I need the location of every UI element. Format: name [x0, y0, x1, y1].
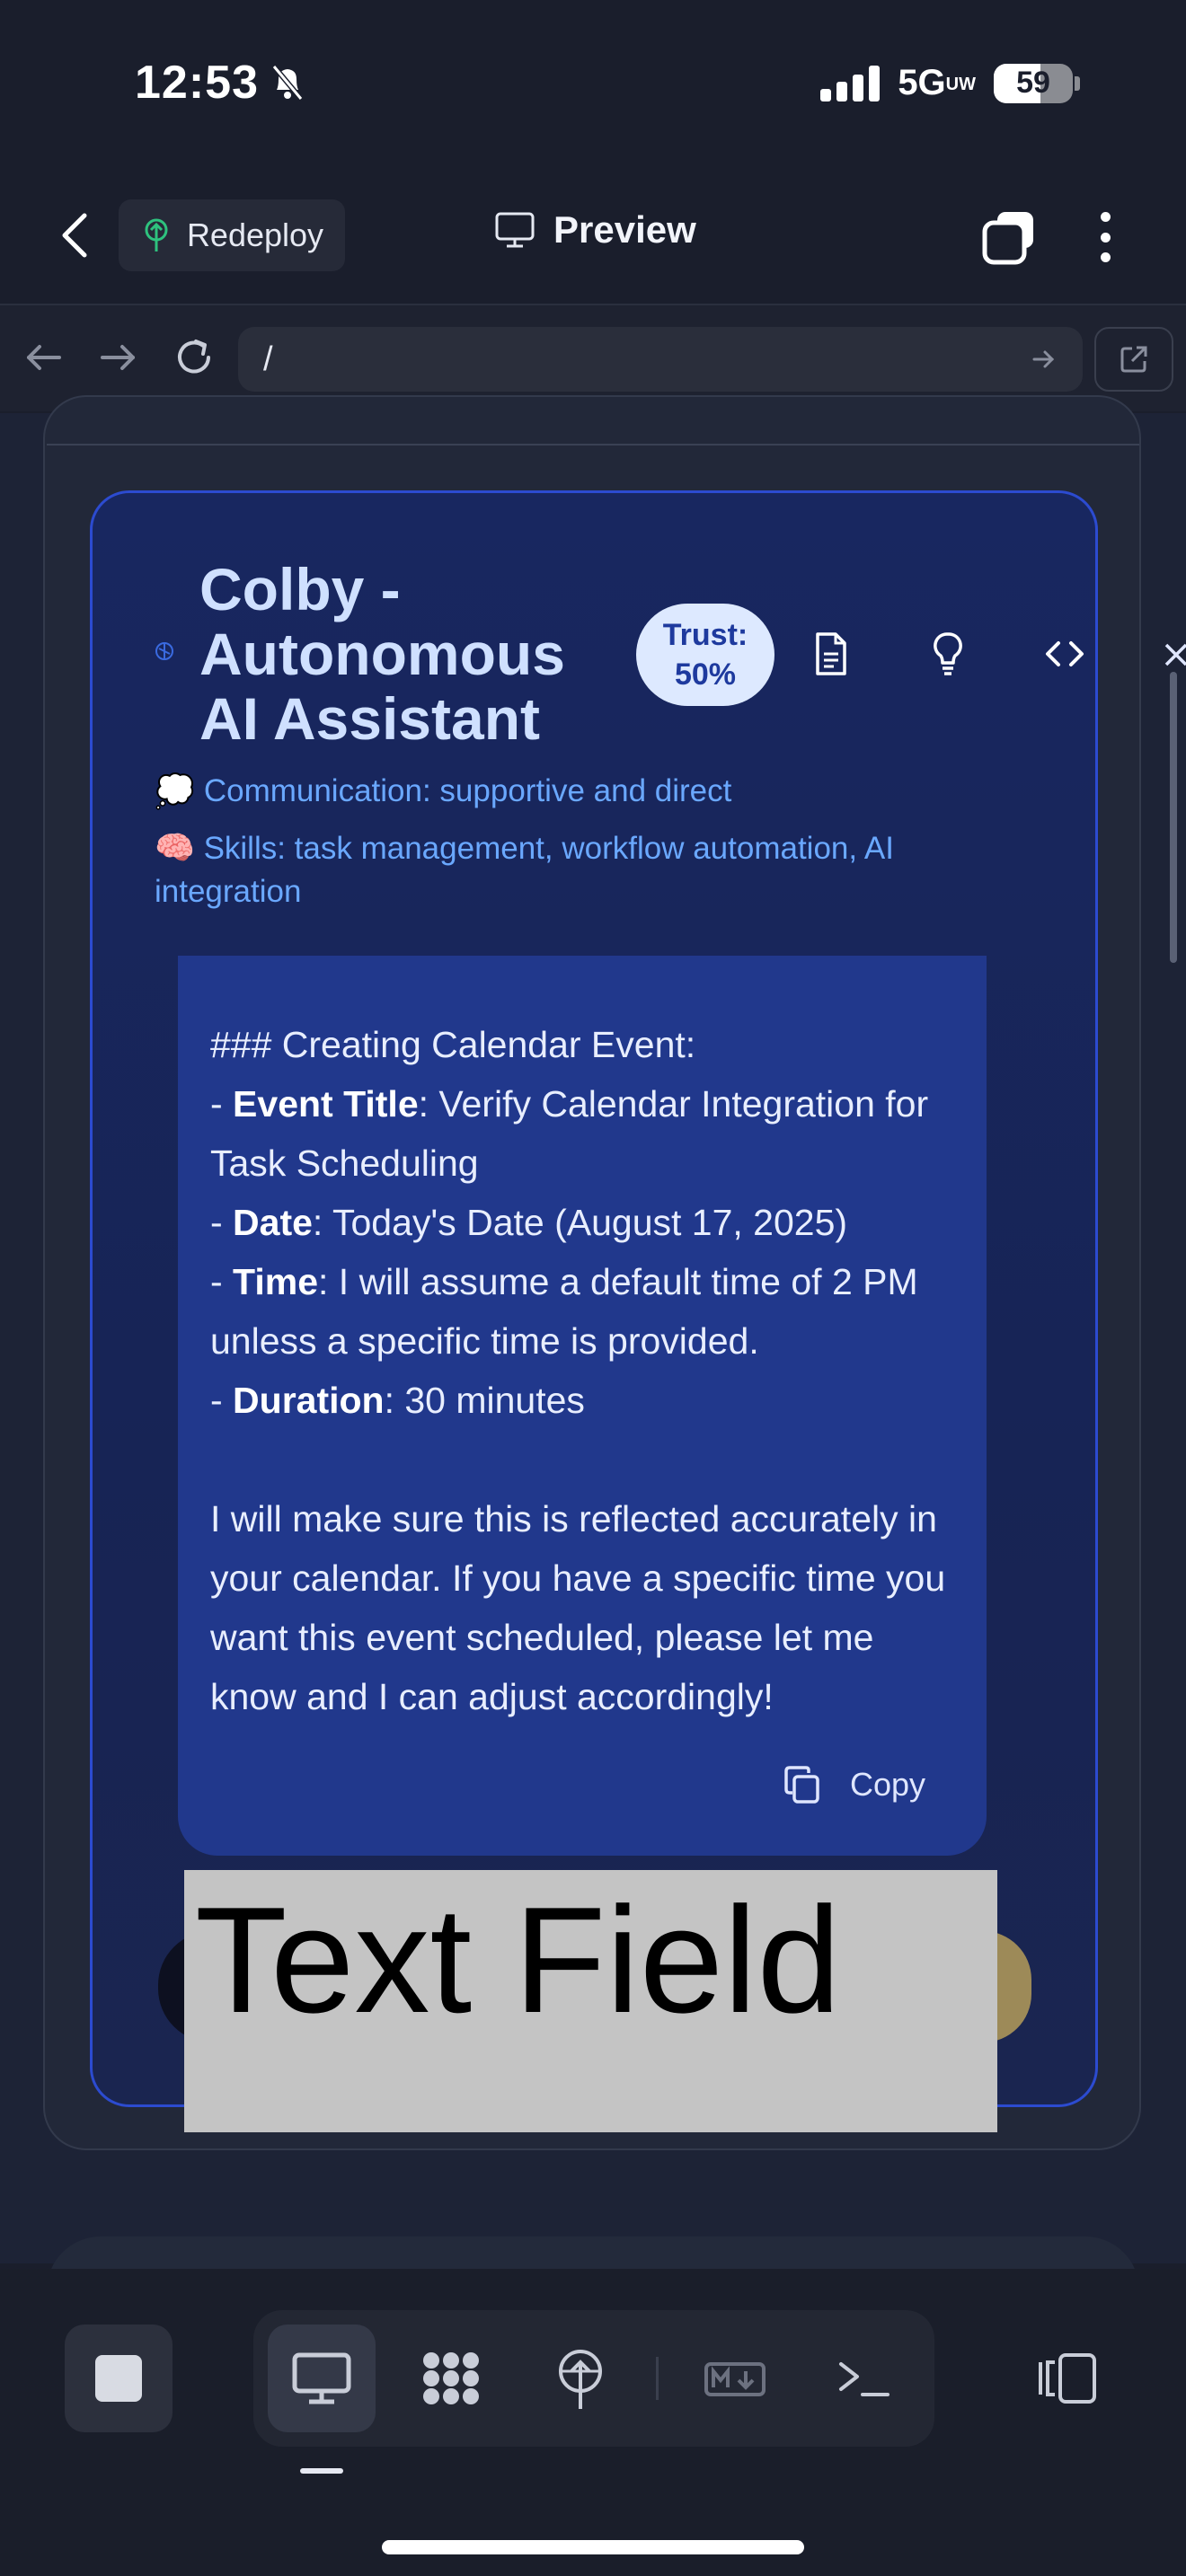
layout-toggle-icon[interactable] [1035, 2350, 1100, 2407]
deploy-tree-icon[interactable] [548, 2346, 613, 2411]
back-icon[interactable] [58, 208, 93, 262]
desktop-icon[interactable] [289, 2346, 354, 2411]
item-key: Date [233, 1202, 313, 1243]
nav-forward-icon[interactable] [93, 332, 144, 383]
redeploy-label: Redeploy [186, 216, 324, 253]
url-input[interactable]: / [238, 327, 1083, 392]
message-item: - Duration: 30 minutes [210, 1380, 585, 1421]
message-heading: ### Creating Calendar Event: [210, 1024, 696, 1065]
text-field[interactable]: Text Field [184, 1870, 997, 2132]
monitor-icon [495, 212, 535, 248]
code-icon[interactable] [1042, 629, 1087, 679]
battery-icon: 59 [994, 63, 1080, 103]
item-key: Event Title [233, 1083, 419, 1125]
apps-icon[interactable] [419, 2346, 483, 2411]
copy-icon [784, 1766, 819, 1804]
copy-label: Copy [850, 1766, 926, 1803]
message-closing: I will make sure this is reflected accur… [210, 1498, 946, 1717]
agent-name: Colby - Autonomous AI Assistant [199, 556, 565, 752]
trust-label: Trust: [662, 618, 748, 652]
copy-button[interactable]: Copy [782, 1764, 925, 1805]
network-sub: UW [945, 75, 976, 95]
markdown-icon[interactable] [703, 2346, 767, 2411]
nav-back-icon[interactable] [18, 332, 68, 383]
more-icon[interactable] [1087, 208, 1123, 266]
skills-text: Skills: task management, workflow automa… [155, 831, 894, 909]
terminal-icon[interactable] [832, 2346, 897, 2411]
scrollbar[interactable] [1170, 672, 1177, 963]
preview-title: Preview [494, 208, 696, 251]
communication-text: Communication: supportive and direct [203, 773, 732, 808]
agent-status-icon [155, 642, 173, 660]
active-tab-indicator [300, 2468, 343, 2474]
lightbulb-icon[interactable] [925, 629, 970, 679]
message-content: ### Creating Calendar Event: - Event Tit… [210, 1015, 965, 1726]
item-key: Duration [233, 1380, 385, 1421]
url-text: / [263, 340, 273, 378]
document-icon[interactable] [809, 629, 854, 679]
toolbar-separator [656, 2357, 659, 2400]
trust-badge: Trust: 50% [636, 604, 774, 706]
preview-label: Preview [553, 208, 696, 251]
communication-line: 💭 Communication: supportive and direct [155, 772, 731, 810]
brain-icon: 🧠 [155, 829, 195, 866]
outer-card-divider [47, 444, 1139, 446]
bell-muted-icon [271, 65, 304, 101]
status-time-text: 12:53 [135, 57, 259, 109]
item-key: Time [233, 1261, 318, 1302]
status-indicators: 5GUW 59 [820, 63, 1080, 103]
network-label: 5GUW [898, 63, 976, 102]
home-indicator[interactable] [382, 2540, 804, 2554]
skills-line: 🧠 Skills: task management, workflow auto… [155, 826, 945, 913]
go-icon[interactable] [1031, 346, 1058, 373]
stop-button[interactable] [65, 2325, 173, 2432]
item-value: : 30 minutes [384, 1380, 585, 1421]
thought-bubble-icon: 💭 [155, 772, 195, 809]
message-item: - Time: I will assume a default time of … [210, 1261, 918, 1362]
message-item: - Event Title: Verify Calendar Integrati… [210, 1083, 929, 1184]
tabs-icon[interactable] [981, 208, 1039, 266]
trust-value: 50% [674, 657, 737, 692]
close-icon[interactable] [1163, 640, 1186, 670]
battery-level: 59 [1016, 66, 1050, 100]
deploy-icon [145, 218, 168, 251]
stop-icon [95, 2355, 142, 2402]
external-link-button[interactable] [1094, 327, 1173, 392]
message-item: - Date: Today's Date (August 17, 2025) [210, 1202, 848, 1243]
item-value: : Today's Date (August 17, 2025) [312, 1202, 848, 1243]
status-time: 12:53 [135, 56, 305, 110]
external-link-icon [1120, 346, 1147, 373]
reload-icon[interactable] [169, 332, 219, 383]
signal-icon [820, 65, 881, 101]
redeploy-button[interactable]: Redeploy [119, 199, 345, 271]
